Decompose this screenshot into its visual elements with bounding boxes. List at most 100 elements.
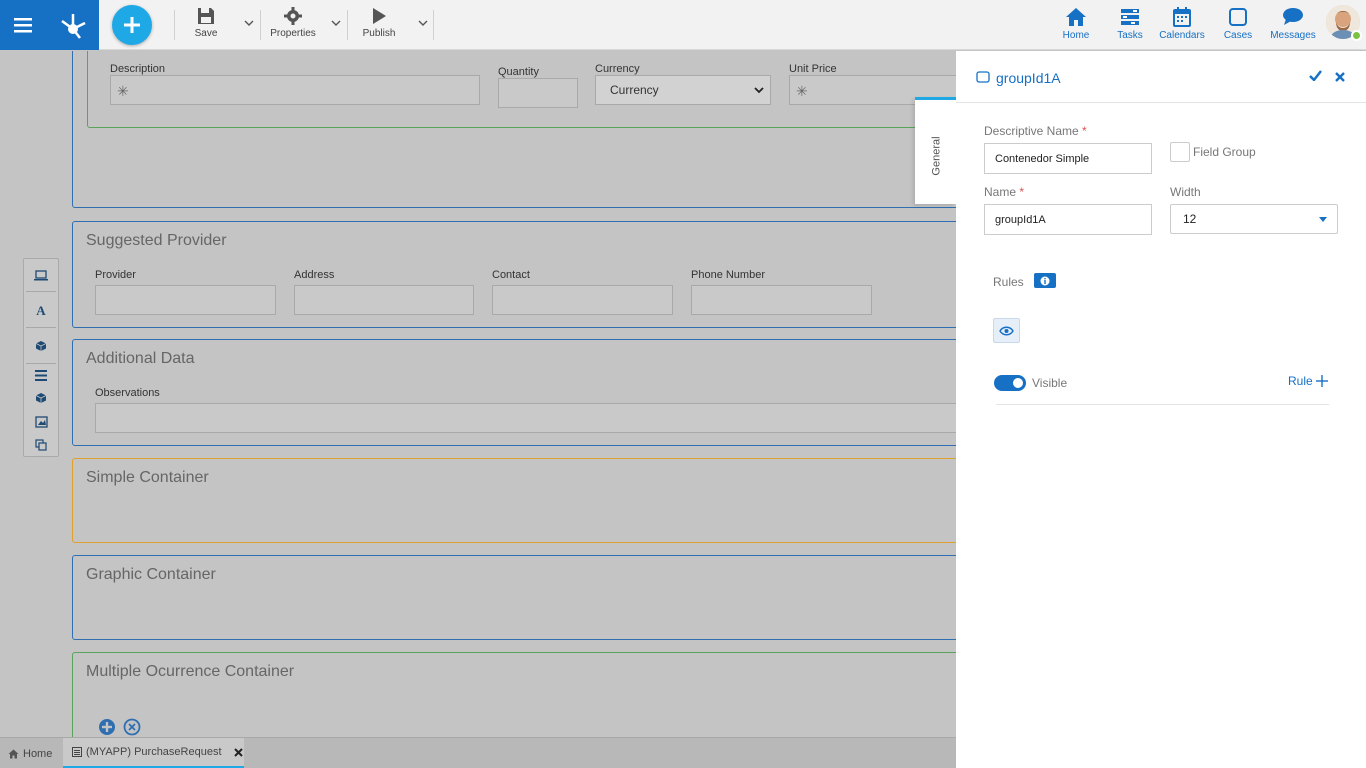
simple-container-title: Simple Container	[86, 469, 209, 486]
nav-tasks[interactable]: Tasks	[1112, 6, 1148, 41]
description-input[interactable]: ✳	[110, 75, 480, 105]
cases-icon	[1229, 8, 1247, 26]
address-input[interactable]	[294, 285, 474, 315]
palette-graphic-item[interactable]	[24, 411, 58, 433]
contact-input[interactable]	[492, 285, 673, 315]
descriptive-name-input[interactable]: Contenedor Simple	[984, 143, 1152, 174]
provider-label: Provider	[95, 269, 136, 281]
rule-divider	[996, 404, 1329, 405]
nav-calendars[interactable]: Calendars	[1157, 6, 1207, 41]
component-palette: A	[23, 258, 59, 457]
toolbar-divider	[174, 10, 175, 40]
add-row-button[interactable]	[98, 718, 116, 737]
list-icon	[35, 369, 47, 381]
tab-purchase-request-label: (MYAPP) PurchaseRequest	[86, 746, 222, 758]
properties-panel: groupId1A Descriptive Name * Contenedor …	[956, 51, 1366, 768]
simple-container[interactable]: Simple Container	[72, 458, 956, 543]
rules-info-button[interactable]	[1034, 273, 1056, 288]
remove-row-button[interactable]	[123, 718, 141, 737]
properties-button[interactable]: Properties	[266, 6, 320, 39]
tab-general[interactable]: General	[915, 97, 956, 204]
graphic-container-title: Graphic Container	[86, 566, 216, 583]
visible-toggle[interactable]	[994, 375, 1026, 391]
tab-home[interactable]: Home	[8, 738, 62, 768]
cube-icon	[35, 341, 47, 351]
provider-input[interactable]	[95, 285, 276, 315]
toolbar-divider	[260, 10, 261, 40]
nav-home[interactable]: Home	[1058, 6, 1094, 41]
check-icon	[1309, 70, 1322, 82]
currency-select[interactable]: Currency	[595, 75, 771, 105]
description-label: Description	[110, 63, 166, 75]
home-icon	[1066, 8, 1086, 26]
app-logo[interactable]	[46, 0, 99, 50]
add-rule-button[interactable]: Rule	[1288, 374, 1328, 388]
tasks-icon	[1121, 9, 1139, 25]
menu-button[interactable]	[0, 0, 46, 50]
phone-number-input[interactable]	[691, 285, 872, 315]
save-button[interactable]: Save	[186, 6, 226, 39]
tab-purchase-request[interactable]: (MYAPP) PurchaseRequest	[63, 738, 244, 768]
additional-data-title: Additional Data	[86, 350, 195, 367]
observations-label: Observations	[95, 387, 160, 399]
graphic-container[interactable]: Graphic Container	[72, 555, 956, 640]
nav-messages[interactable]: Messages	[1270, 6, 1316, 41]
bottom-tab-bar: Home (MYAPP) PurchaseRequest	[0, 737, 956, 768]
palette-container-item[interactable]	[24, 387, 58, 409]
name-value: groupId1A	[995, 213, 1046, 226]
name-input[interactable]: groupId1A	[984, 204, 1152, 235]
palette-text-item[interactable]: A	[24, 300, 58, 322]
palette-screen-item[interactable]	[24, 264, 58, 286]
palette-list-item[interactable]	[24, 364, 58, 386]
palette-copy-item[interactable]	[24, 434, 58, 456]
nav-cases-label: Cases	[1223, 30, 1253, 41]
copy-icon	[35, 439, 47, 451]
save-icon	[198, 8, 214, 24]
top-toolbar: Save Properties Publish Home Tasks Calen…	[0, 0, 1366, 50]
publish-button[interactable]: Publish	[359, 6, 399, 39]
caret-down-icon	[1319, 217, 1327, 222]
close-circle-icon	[123, 718, 141, 736]
close-icon[interactable]	[233, 747, 243, 757]
save-dropdown[interactable]	[242, 16, 256, 30]
add-button[interactable]	[112, 5, 152, 45]
palette-entity-item[interactable]	[24, 335, 58, 357]
suggested-provider-container[interactable]: Suggested Provider Provider Address Cont…	[72, 221, 956, 328]
unit-price-label: Unit Price	[789, 63, 837, 75]
width-value: 12	[1183, 212, 1197, 226]
properties-dropdown[interactable]	[329, 16, 343, 30]
field-group-checkbox[interactable]	[1170, 142, 1190, 162]
additional-data-container[interactable]: Additional Data Observations	[72, 339, 956, 446]
currency-label: Currency	[595, 63, 640, 75]
add-rule-label: Rule	[1288, 374, 1313, 388]
container-square-icon	[976, 71, 990, 83]
publish-dropdown[interactable]	[416, 16, 430, 30]
quantity-input[interactable]	[498, 78, 578, 108]
chevron-down-icon	[418, 20, 428, 26]
chevron-down-icon	[244, 20, 254, 26]
field-group-label: Field Group	[1193, 145, 1256, 159]
publish-label: Publish	[362, 28, 396, 39]
confirm-button[interactable]	[1309, 70, 1322, 84]
visibility-rule-tab[interactable]	[993, 318, 1020, 343]
toolbar-divider	[347, 10, 348, 40]
width-select[interactable]: 12	[1170, 204, 1338, 234]
items-inner-container[interactable]: Description ✳ Quantity Currency Currency…	[87, 51, 956, 128]
nav-cases[interactable]: Cases	[1221, 6, 1255, 41]
panel-title: groupId1A	[996, 70, 1061, 86]
cube-icon	[35, 393, 47, 403]
observations-input[interactable]	[95, 403, 956, 433]
save-label: Save	[194, 28, 218, 39]
multiple-occurrence-container[interactable]: Multiple Ocurrence Container	[72, 652, 956, 737]
asterisk-icon: ✳	[796, 83, 808, 99]
close-panel-button[interactable]	[1335, 71, 1345, 85]
contact-label: Contact	[492, 269, 530, 281]
info-icon	[1040, 276, 1050, 285]
tab-home-label: Home	[23, 747, 53, 760]
image-frame-icon	[34, 416, 48, 428]
document-icon	[72, 747, 82, 757]
plus-icon	[124, 17, 140, 33]
items-outer-container[interactable]: Description ✳ Quantity Currency Currency…	[72, 51, 956, 208]
descriptive-name-value: Contenedor Simple	[995, 152, 1090, 165]
form-canvas: Description ✳ Quantity Currency Currency…	[67, 51, 956, 737]
